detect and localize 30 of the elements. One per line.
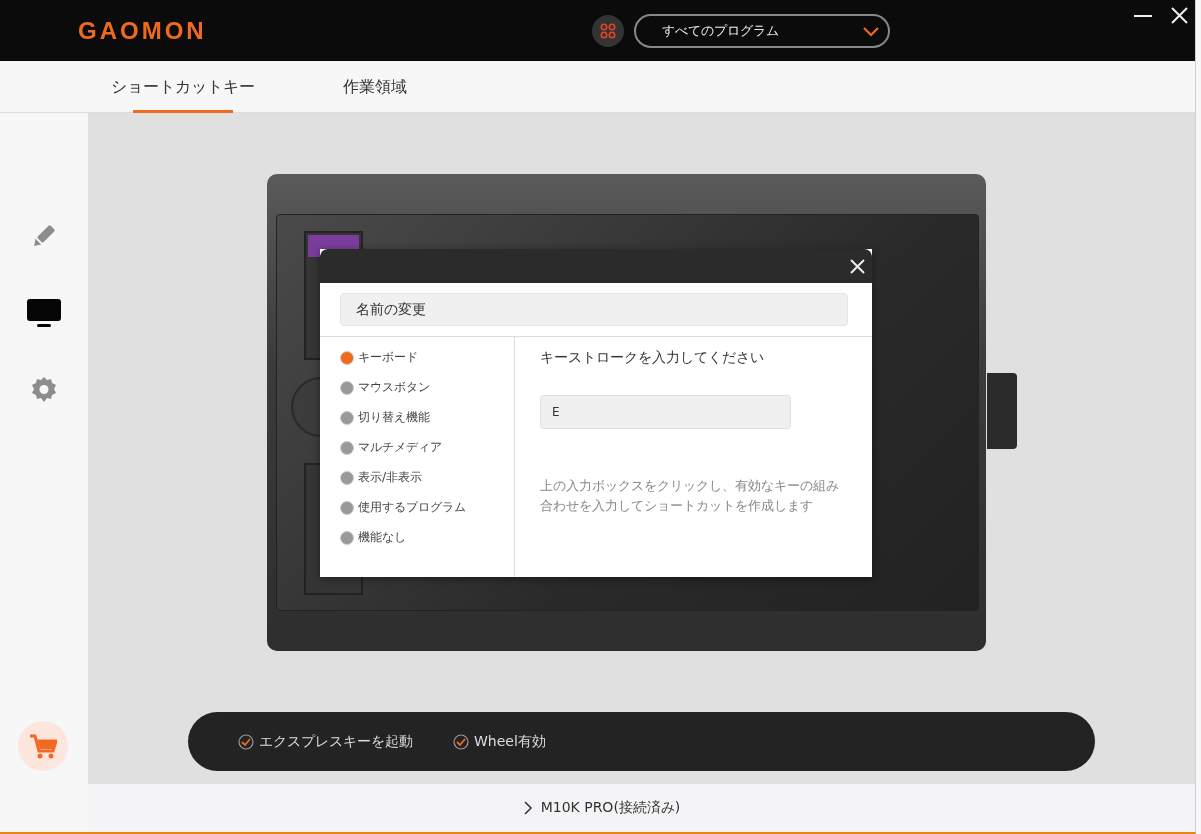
program-dropdown[interactable]: すべてのプログラム	[633, 13, 890, 48]
prompt-text: キーストロークを入力してください	[540, 349, 765, 367]
function-radio[interactable]: キーボード	[340, 347, 514, 368]
minimize-icon	[1134, 14, 1152, 17]
chevron-down-icon	[861, 24, 880, 37]
chevron-right-icon	[522, 801, 533, 815]
dialog-close-button[interactable]	[849, 257, 866, 275]
tab[interactable]: ショートカットキー	[111, 61, 255, 113]
function-radio[interactable]: 機能なし	[340, 527, 514, 548]
device-status: M10K PRO(接続済み)	[540, 799, 681, 817]
hint-text: 上の入力ボックスをクリックし、有効なキーの組み合わせを入力してショートカットを作成します	[540, 477, 840, 515]
function-radio[interactable]: マウスボタン	[340, 377, 514, 398]
function-radio[interactable]: 表示/非表示	[340, 467, 514, 488]
close-icon	[1170, 6, 1189, 25]
option-checkbox[interactable]: Wheel有効	[453, 732, 546, 751]
keystroke-field[interactable]: E	[540, 395, 791, 429]
cart-button[interactable]	[18, 721, 68, 771]
close-icon	[849, 257, 866, 275]
monitor-icon	[26, 297, 62, 329]
app-logo: GAOMON	[78, 16, 207, 45]
function-radio[interactable]: マルチメディア	[340, 437, 514, 458]
grid-icon	[599, 22, 616, 39]
option-checkbox[interactable]: エクスプレスキーを起動	[238, 732, 413, 751]
name-field[interactable]: 名前の変更	[340, 293, 848, 326]
function-radio[interactable]: 使用するプログラム	[340, 497, 514, 518]
apps-button[interactable]	[591, 14, 624, 47]
gear-icon	[30, 375, 58, 403]
cart-icon	[29, 733, 57, 759]
tab[interactable]: 作業領域	[343, 61, 407, 113]
function-radio[interactable]: 切り替え機能	[340, 407, 514, 428]
